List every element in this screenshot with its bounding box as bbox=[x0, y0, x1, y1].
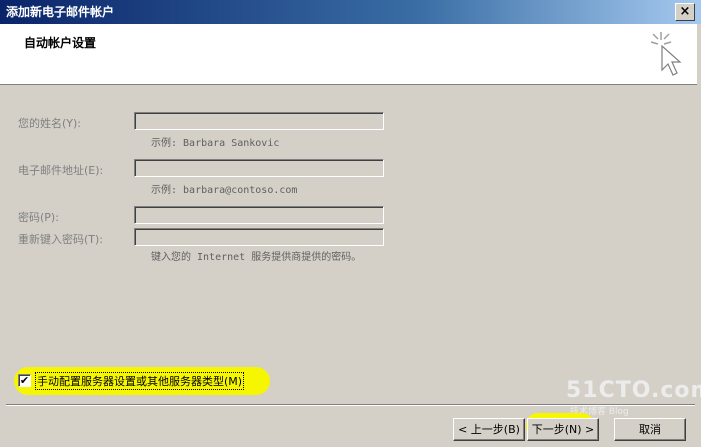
add-email-account-dialog: 添加新电子邮件帐户 × 自动帐户设置 您的姓名(Y): 示例: Barbara … bbox=[0, 0, 701, 447]
wizard-header: 自动帐户设置 bbox=[0, 24, 697, 85]
confirm-password-hint: 键入您的 Internet 服务提供商提供的密码。 bbox=[151, 252, 362, 263]
email-label: 电子邮件地址(E): bbox=[18, 164, 104, 177]
name-label: 您的姓名(Y): bbox=[18, 117, 82, 130]
name-input[interactable] bbox=[134, 112, 384, 130]
cancel-button[interactable]: 取消 bbox=[614, 418, 686, 441]
title-bar: 添加新电子邮件帐户 × bbox=[0, 0, 701, 24]
manual-config-label[interactable]: 手动配置服务器设置或其他服务器类型(M) bbox=[35, 372, 245, 390]
confirm-password-input[interactable] bbox=[134, 228, 384, 246]
name-hint: 示例: Barbara Sankovic bbox=[151, 138, 280, 149]
back-button[interactable]: < 上一步(B) bbox=[453, 418, 525, 441]
email-hint: 示例: barbara@contoso.com bbox=[151, 185, 298, 196]
page-title: 自动帐户设置 bbox=[24, 36, 97, 50]
email-input[interactable] bbox=[134, 159, 384, 177]
close-button[interactable]: × bbox=[675, 3, 695, 21]
watermark-logo: 51CTO.com bbox=[566, 378, 701, 403]
manual-config-checkbox[interactable]: ✔ bbox=[18, 374, 31, 387]
button-separator bbox=[6, 404, 695, 406]
wizard-cursor-icon bbox=[650, 32, 682, 76]
confirm-password-label: 重新键入密码(T): bbox=[18, 233, 104, 246]
next-button[interactable]: 下一步(N) > bbox=[527, 418, 599, 441]
window-title: 添加新电子邮件帐户 bbox=[6, 5, 115, 19]
password-label: 密码(P): bbox=[18, 211, 59, 224]
password-input[interactable] bbox=[134, 206, 384, 224]
